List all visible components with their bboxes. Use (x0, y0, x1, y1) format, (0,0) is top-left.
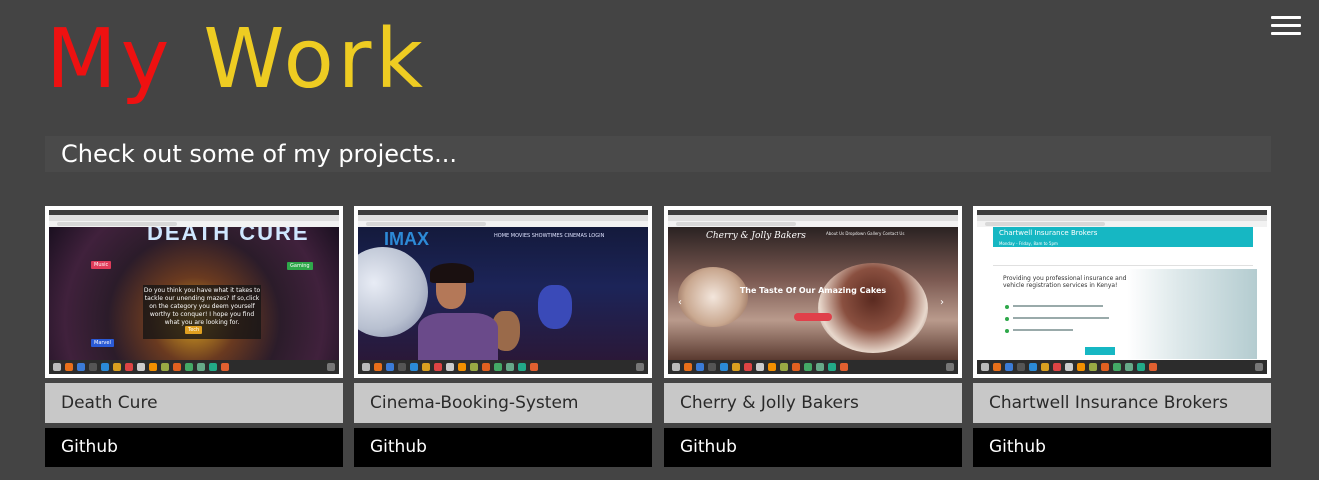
project-name: Chartwell Insurance Brokers (973, 383, 1271, 423)
github-link[interactable]: Github (45, 428, 343, 467)
thumb-moon (358, 247, 428, 337)
thumb-cake (818, 263, 928, 353)
thumb-nav: HOME MOVIES SHOWTIMES CINEMAS LOGIN (494, 233, 605, 239)
github-link[interactable]: Github (973, 428, 1271, 467)
thumb-tag-marvel: Marvel (91, 339, 114, 347)
thumb-logo: Cherry & Jolly Bakers (706, 231, 806, 241)
thumb-figure-body (418, 313, 498, 360)
thumb-headline: The Taste Of Our Amazing Cakes (739, 286, 887, 295)
thumb-tag-tech: Tech (185, 326, 203, 334)
thumb-tag-music: Music (91, 261, 112, 269)
project-screenshot[interactable]: IMAX HOME MOVIES SHOWTIMES CINEMAS LOGIN (354, 206, 652, 378)
os-dock (358, 360, 648, 374)
project-screenshot[interactable]: Cherry & Jolly Bakers About Us Dropdown … (664, 206, 962, 378)
github-link[interactable]: Github (354, 428, 652, 467)
thumb-figure-hair (430, 263, 474, 283)
thumb-button (1085, 347, 1115, 355)
project-screenshot[interactable]: DEATH CURE Do you think you have what it… (45, 206, 343, 378)
thumb-tag-gaming: Gaming (287, 262, 313, 270)
thumb-band-sub: Monday - Friday, 8am to 5pm (999, 241, 1058, 246)
thumb-nav: About Us Dropdown Gallery Contact Us (826, 231, 905, 236)
chevron-left-icon: ‹ (678, 297, 682, 308)
thumb-logo: DEATH CURE (147, 227, 310, 245)
hamburger-menu-icon[interactable] (1271, 16, 1301, 38)
thumb-cake (678, 267, 748, 327)
menu-bar (1271, 24, 1301, 27)
thumb-text: Providing you professional insurance and… (1003, 275, 1127, 289)
menu-bar (1271, 16, 1301, 19)
project-name: Death Cure (45, 383, 343, 423)
page-title: My Work (46, 4, 427, 116)
thumb-background-image (1127, 269, 1257, 359)
project-name: Cherry & Jolly Bakers (664, 383, 962, 423)
os-dock (977, 360, 1267, 374)
project-screenshot[interactable]: Chartwell Insurance Brokers Monday - Fri… (973, 206, 1271, 378)
title-part-work: Work (203, 12, 428, 107)
thumb-button (794, 313, 832, 321)
thumb-band-title: Chartwell Insurance Brokers (999, 229, 1098, 237)
os-dock (668, 360, 958, 374)
page-subtitle: Check out some of my projects... (45, 136, 1271, 172)
github-link[interactable]: Github (664, 428, 962, 467)
thumb-figure (538, 285, 572, 329)
chevron-right-icon: › (940, 297, 944, 308)
menu-bar (1271, 32, 1301, 35)
os-dock (49, 360, 339, 374)
thumb-logo: IMAX (384, 229, 429, 249)
title-part-my: My (46, 12, 174, 107)
project-name: Cinema-Booking-System (354, 383, 652, 423)
